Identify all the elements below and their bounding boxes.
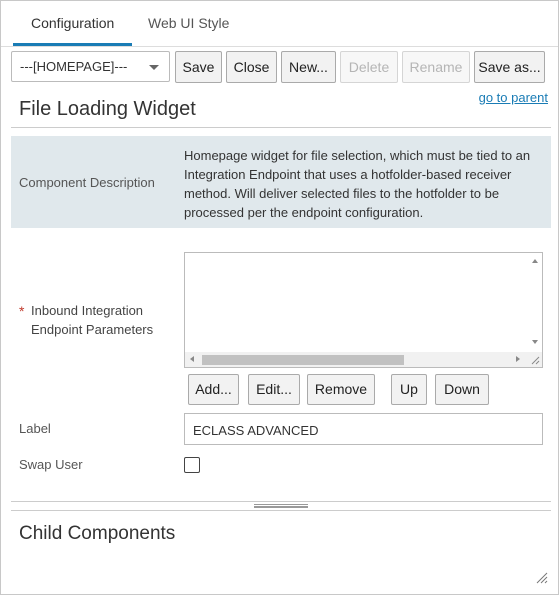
go-to-parent-link[interactable]: go to parent [479, 90, 548, 105]
resize-grip-icon[interactable] [531, 356, 540, 365]
child-components-heading: Child Components [19, 523, 176, 544]
label-field-label: Label [19, 421, 51, 436]
remove-parameter-button[interactable]: Remove [307, 374, 375, 405]
close-button[interactable]: Close [226, 51, 277, 83]
label-input-value: ECLASS ADVANCED [193, 423, 319, 438]
swap-user-checkbox[interactable] [184, 457, 200, 473]
new-button[interactable]: New... [281, 51, 336, 83]
move-up-button[interactable]: Up [391, 374, 427, 405]
description-text: Homepage widget for file selection, whic… [184, 148, 531, 220]
tab-configuration[interactable]: Configuration [31, 15, 114, 31]
scroll-up-arrow-icon[interactable] [532, 259, 538, 263]
add-parameter-button[interactable]: Add... [188, 374, 239, 405]
swap-user-label: Swap User [19, 457, 83, 472]
required-marker: * [19, 303, 25, 319]
save-as-button[interactable]: Save as... [474, 51, 545, 83]
horizontal-scroll-thumb[interactable] [202, 355, 404, 365]
scroll-down-arrow-icon[interactable] [532, 340, 538, 344]
splitter-grip-icon[interactable] [254, 504, 308, 508]
scroll-right-arrow-icon[interactable] [516, 356, 520, 362]
parameters-label: Inbound Integration Endpoint Parameters [31, 303, 154, 337]
parameters-list[interactable] [184, 252, 543, 368]
delete-button[interactable]: Delete [340, 51, 398, 83]
tab-web-ui-style[interactable]: Web UI Style [148, 15, 229, 31]
active-tab-indicator [13, 43, 132, 46]
dialog-resize-grip-icon[interactable] [536, 572, 548, 584]
component-editor-dialog: Configuration Web UI Style ---[HOMEPAGE]… [0, 0, 559, 595]
component-select[interactable]: ---[HOMEPAGE]--- [11, 51, 170, 82]
pane-splitter[interactable] [11, 501, 551, 511]
description-label: Component Description [19, 175, 155, 190]
title-divider [11, 127, 551, 128]
page-title: File Loading Widget [19, 98, 196, 120]
component-select-value: ---[HOMEPAGE]--- [20, 59, 128, 74]
description-panel: Component Description Homepage widget fo… [11, 136, 551, 228]
chevron-down-icon [149, 65, 159, 70]
scroll-left-arrow-icon[interactable] [190, 356, 194, 362]
tab-bar: Configuration Web UI Style [1, 1, 558, 47]
edit-parameter-button[interactable]: Edit... [248, 374, 300, 405]
move-down-button[interactable]: Down [435, 374, 489, 405]
horizontal-scrollbar[interactable] [185, 352, 542, 367]
rename-button[interactable]: Rename [402, 51, 470, 83]
label-input[interactable]: ECLASS ADVANCED [184, 413, 543, 445]
save-button[interactable]: Save [175, 51, 222, 83]
